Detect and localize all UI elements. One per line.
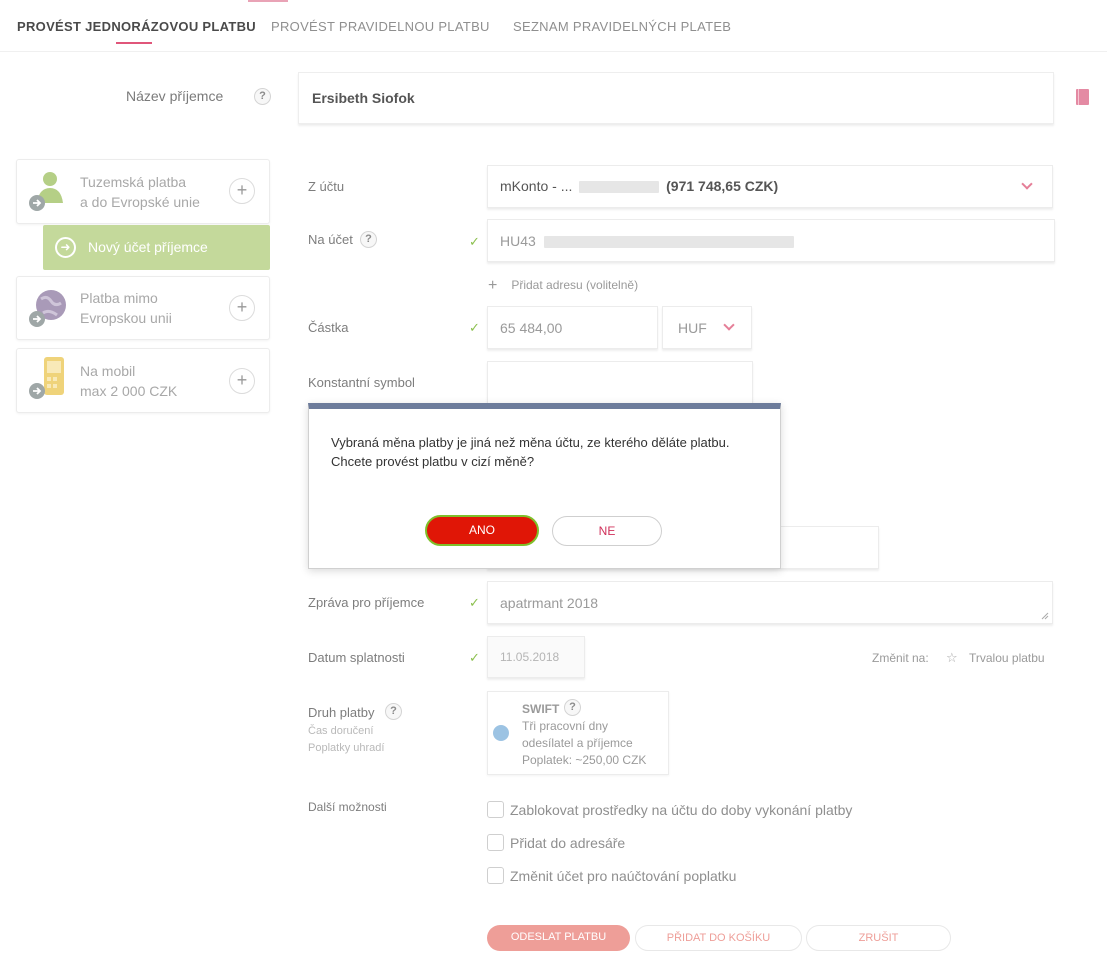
send-payment-button[interactable]: ODESLAT PLATBU <box>487 925 630 951</box>
cancel-button[interactable]: ZRUŠIT <box>806 925 951 951</box>
tab-one-time-payment[interactable]: PROVÉST JEDNORÁZOVOU PLATBU <box>17 19 256 34</box>
change-to-label: Změnit na: <box>872 651 929 665</box>
tab-top-indicator <box>248 0 288 2</box>
amount-label: Částka <box>308 320 349 335</box>
new-recipient-label: Nový účet příjemce <box>88 239 208 255</box>
account-name: mKonto - ... <box>500 178 573 194</box>
swift-option[interactable]: SWIFT ? Tři pracovní dny odesílatel a př… <box>487 691 669 775</box>
add-to-cart-button[interactable]: PŘIDAT DO KOŠÍKU <box>635 925 802 951</box>
swift-title: SWIFT <box>522 702 560 716</box>
standing-order-link[interactable]: Trvalou platbu <box>969 651 1045 665</box>
checkbox[interactable] <box>487 834 504 851</box>
help-icon[interactable]: ? <box>564 699 581 716</box>
option-add-to-address-book[interactable]: Přidat do adresáře <box>487 834 625 851</box>
fees-paid-by-label: Poplatky uhradí <box>308 742 385 754</box>
sidebar-item-outside-eu[interactable]: Platba mimo Evropskou unii + <box>16 276 270 340</box>
recipient-name-field[interactable]: Ersibeth Siofok <box>298 72 1054 124</box>
constant-symbol-label: Konstantní symbol <box>308 375 415 390</box>
check-icon: ✓ <box>469 234 480 249</box>
plus-icon[interactable]: + <box>229 295 255 321</box>
new-recipient-button[interactable]: ➜ Nový účet příjemce <box>43 225 270 270</box>
option-block-funds[interactable]: Zablokovat prostředky na účtu do doby vy… <box>487 801 852 818</box>
check-icon: ✓ <box>469 650 480 665</box>
check-icon: ✓ <box>469 320 480 335</box>
globe-icon <box>29 290 66 327</box>
recipient-name-value: Ersibeth Siofok <box>312 90 415 106</box>
help-icon[interactable]: ? <box>360 231 377 248</box>
mobile-phone-icon <box>29 357 64 399</box>
plus-icon[interactable]: + <box>229 178 255 204</box>
help-icon[interactable]: ? <box>385 703 402 720</box>
no-button[interactable]: NE <box>552 516 662 546</box>
help-icon[interactable]: ? <box>254 88 271 105</box>
currency-select[interactable]: HUF <box>662 306 752 349</box>
mobile-label: Na mobil max 2 000 CZK <box>80 363 178 399</box>
currency-confirm-dialog: Vybraná měna platby je jiná než měna účt… <box>308 403 781 569</box>
redacted-iban <box>543 236 794 249</box>
tab-regular-payments-list[interactable]: SEZNAM PRAVIDELNÝCH PLATEB <box>513 19 731 34</box>
checkbox[interactable] <box>487 801 504 818</box>
recipient-name-label: Název příjemce <box>126 88 224 104</box>
message-textarea[interactable]: apatrmant 2018 <box>487 581 1053 624</box>
resize-handle-icon[interactable] <box>1041 612 1049 620</box>
check-icon: ✓ <box>469 595 480 610</box>
redacted-account-number <box>579 181 660 194</box>
swift-fee: Poplatek: ~250,00 CZK <box>522 753 647 767</box>
dialog-message: Vybraná měna platby je jiná než měna účt… <box>331 435 730 469</box>
swift-delivery: Tři pracovní dny <box>522 719 609 733</box>
outside-eu-label: Platba mimo Evropskou unii <box>80 290 172 326</box>
star-icon[interactable]: ☆ <box>946 650 958 666</box>
address-book-icon[interactable] <box>1076 89 1089 105</box>
account-balance: (971 748,65 CZK) <box>666 178 779 194</box>
constant-symbol-input[interactable] <box>487 361 753 404</box>
option-change-fee-account[interactable]: Změnit účet pro naúčtování poplatku <box>487 867 736 884</box>
from-account-select[interactable]: mKonto - ... (971 748,65 CZK) <box>487 165 1053 208</box>
tab-bar: PROVÉST JEDNORÁZOVOU PLATBU PROVÉST PRAV… <box>0 0 1107 52</box>
plus-icon[interactable]: + <box>229 368 255 394</box>
swift-fees-payer: odesílatel a příjemce <box>522 736 633 750</box>
from-account-label: Z účtu <box>308 179 345 194</box>
active-tab-underline <box>116 42 152 44</box>
chevron-down-icon <box>723 319 735 331</box>
delivery-time-label: Čas doručení <box>308 725 374 737</box>
sidebar-item-mobile[interactable]: Na mobil max 2 000 CZK + <box>16 348 270 413</box>
to-account-input[interactable]: HU43 <box>487 219 1055 262</box>
due-date-input[interactable]: 11.05.2018 <box>487 636 585 678</box>
add-address-link[interactable]: + Přidat adresu (volitelně) <box>488 277 638 295</box>
due-date-label: Datum splatnosti <box>308 650 405 665</box>
domestic-label: Tuzemská platba a do Evropské unie <box>80 174 200 210</box>
arrow-right-icon: ➜ <box>55 237 76 258</box>
person-icon <box>29 172 63 211</box>
swift-radio[interactable] <box>493 725 509 741</box>
yes-button[interactable]: ANO <box>425 515 539 546</box>
tab-regular-payment[interactable]: PROVÉST PRAVIDELNOU PLATBU <box>271 19 490 34</box>
amount-input[interactable]: 65 484,00 <box>487 306 658 349</box>
to-account-label: Na účet <box>308 232 353 247</box>
sidebar-item-domestic[interactable]: Tuzemská platba a do Evropské unie + <box>16 159 270 224</box>
other-options-label: Další možnosti <box>308 800 387 814</box>
chevron-down-icon <box>1021 178 1033 190</box>
iban-prefix: HU43 <box>500 233 536 249</box>
message-label: Zpráva pro příjemce <box>308 595 425 610</box>
checkbox[interactable] <box>487 867 504 884</box>
payment-type-label: Druh platby <box>308 705 375 720</box>
plus-icon: + <box>488 277 498 294</box>
